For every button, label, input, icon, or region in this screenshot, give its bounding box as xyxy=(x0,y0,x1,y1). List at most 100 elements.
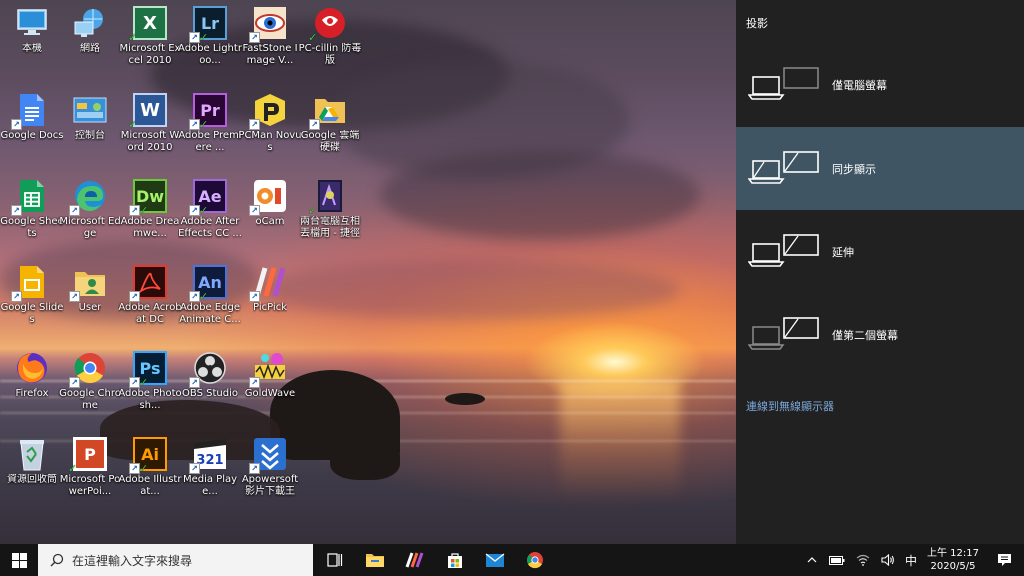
svg-text:321: 321 xyxy=(196,453,223,468)
desktop-icon-label: Adobe Acrobat DC xyxy=(118,302,182,325)
premiere-icon: Pr ↗ ✓ xyxy=(189,93,227,131)
shortcut-arrow-icon: ↗ xyxy=(249,32,260,43)
desktop-icon-acrobat[interactable]: ↗ Adobe Acrobat DC xyxy=(118,261,182,345)
chrome-icon: ↗ xyxy=(69,351,107,388)
extend-icon xyxy=(747,232,826,272)
chrome-icon xyxy=(527,552,543,569)
desktop-icon-aftereffects[interactable]: Ae ↗ ✓ Adobe After Effects CC ... xyxy=(178,175,242,259)
desktop-icon-mediaplayer[interactable]: 321 ↗ Media Playe... xyxy=(178,433,242,517)
task-view-button[interactable] xyxy=(315,544,355,576)
taskbar-store[interactable] xyxy=(435,544,475,576)
gsheets-icon: ↗ xyxy=(11,179,49,216)
shortcut-arrow-icon: ↗ xyxy=(69,291,80,302)
desktop-icon-excel[interactable]: X ✓ Microsoft Excel 2010 xyxy=(118,2,182,86)
project-option-second-only[interactable]: 僅第二個螢幕 xyxy=(736,293,1024,376)
desktop-icon-picpick[interactable]: ↗ PicPick xyxy=(238,261,302,345)
twopc-icon: ✓ xyxy=(308,179,347,217)
aftereffects-icon: Ae ↗ ✓ xyxy=(189,179,227,217)
desktop-icon-lightroom[interactable]: Lr ↗ ✓ Adobe Lightroo... xyxy=(178,2,242,86)
pccillin-icon: ✓ xyxy=(308,6,347,44)
desktop-icon-apowersoft[interactable]: ↗ Apowersoft 影片下載王 xyxy=(238,433,302,517)
desktop-icon-user[interactable]: ↗ User xyxy=(58,261,122,345)
desktop-icon-premiere[interactable]: Pr ↗ ✓ Adobe Premiere ... xyxy=(178,89,242,173)
project-panel: 投影 僅電腦螢幕 同步顯示 延伸 僅第二個螢幕 連線到無線顯示器 xyxy=(736,0,1024,544)
project-option-label: 僅電腦螢幕 xyxy=(832,78,887,92)
project-option-pc-only[interactable]: 僅電腦螢幕 xyxy=(736,43,1024,126)
project-option-duplicate[interactable]: 同步顯示 xyxy=(736,127,1024,210)
clock-time: 上午 12:17 xyxy=(927,548,979,559)
taskbar-chrome[interactable] xyxy=(515,544,555,576)
action-center-button[interactable] xyxy=(984,544,1024,576)
desktop-icon-goldwave[interactable]: ↗ GoldWave xyxy=(238,347,302,431)
taskbar-picpick[interactable] xyxy=(395,544,435,576)
desktop-icon-firefox[interactable]: Firefox xyxy=(0,347,64,431)
desktop-icon-control[interactable]: 控制台 xyxy=(58,89,122,173)
word-icon: W ✓ xyxy=(128,93,167,131)
desktop-icon-label: Google Chrome xyxy=(59,388,121,411)
shortcut-arrow-icon: ↗ xyxy=(11,291,22,302)
desktop-icon-pc[interactable]: 本機 xyxy=(0,2,64,86)
shortcut-arrow-icon: ↗ xyxy=(249,205,260,216)
volume-button[interactable] xyxy=(876,544,900,576)
shortcut-arrow-icon: ↗ xyxy=(69,205,80,216)
desktop-icon-label: FastStone Image V... xyxy=(242,43,298,66)
wifi-icon xyxy=(856,554,870,566)
notification-icon xyxy=(997,554,1011,566)
show-hidden-icons-button[interactable] xyxy=(800,544,824,576)
desktop-icon-faststone[interactable]: ↗ FastStone Image V... xyxy=(238,2,302,86)
desktop-icon-recycle[interactable]: 資源回收筒 xyxy=(0,433,64,517)
desktop-icon-pcman[interactable]: ↗ PCMan Novus xyxy=(238,89,302,173)
desktop-icon-word[interactable]: W ✓ Microsoft Word 2010 xyxy=(118,89,182,173)
pc-only-icon xyxy=(747,65,826,105)
desktop-icon-gslides[interactable]: ↗ Google Slides xyxy=(0,261,64,345)
sync-check-icon: ✓ xyxy=(68,462,78,475)
taskbar-file-explorer[interactable] xyxy=(355,544,395,576)
sync-check-icon: ✓ xyxy=(199,204,209,217)
desktop-icon-label: Google Docs xyxy=(0,130,64,141)
shortcut-arrow-icon: ↗ xyxy=(129,291,140,302)
system-tray: 中 上午 12:17 2020/5/5 xyxy=(800,544,1024,576)
shortcut-arrow-icon: ↗ xyxy=(189,377,200,388)
shortcut-arrow-icon: ↗ xyxy=(249,291,260,302)
desktop-icon-label: User xyxy=(78,302,102,313)
desktop-icon-twopc[interactable]: ✓ 兩台電腦互相丟檔用 - 捷徑 xyxy=(298,175,362,259)
desktop-icon-network[interactable]: 網路 xyxy=(58,2,122,86)
mediaplayer-icon: 321 ↗ xyxy=(189,437,227,474)
desktop-icon-gsheets[interactable]: ↗ Google Sheets xyxy=(0,175,64,259)
powerpoint-icon: P ✓ xyxy=(68,437,107,475)
sync-check-icon: ✓ xyxy=(128,118,138,131)
desktop-icon-edge[interactable]: ↗ Microsoft Edge xyxy=(58,175,122,259)
desktop-icon-powerpoint[interactable]: P ✓ Microsoft PowerPoi... xyxy=(58,433,122,517)
control-icon xyxy=(73,93,107,127)
desktop-icon-animate[interactable]: An ↗ ✓ Adobe Edge Animate C... xyxy=(178,261,242,345)
taskbar-mail[interactable] xyxy=(475,544,515,576)
task-view-icon xyxy=(327,553,343,567)
animate-icon: An ↗ ✓ xyxy=(189,265,227,303)
desktop-icon-ocam[interactable]: ↗ oCam xyxy=(238,175,302,259)
battery-button[interactable] xyxy=(824,544,850,576)
desktop-icon-label: 本機 xyxy=(22,43,42,54)
desktop-icon-gdrive[interactable]: ↗ Google 雲端硬碟 xyxy=(298,89,362,173)
desktop-icon-obs[interactable]: ↗ OBS Studio xyxy=(178,347,242,431)
faststone-icon: ↗ xyxy=(249,6,287,43)
dreamweaver-icon: Dw ↗ ✓ xyxy=(129,179,167,217)
desktop-icon-label: PicPick xyxy=(253,302,287,313)
desktop-icon-dreamweaver[interactable]: Dw ↗ ✓ Adobe Dreamwe... xyxy=(118,175,182,259)
project-option-extend[interactable]: 延伸 xyxy=(736,210,1024,293)
ime-indicator[interactable]: 中 xyxy=(900,544,922,576)
project-option-label: 同步顯示 xyxy=(832,162,876,176)
pc-icon xyxy=(15,6,49,40)
desktop-icon-label: GoldWave xyxy=(244,388,296,399)
desktop-icon-illustrator[interactable]: Ai ↗ ✓ Adobe Illustrat... xyxy=(118,433,182,517)
taskbar-search-box[interactable]: 在這裡輸入文字來搜尋 xyxy=(38,544,313,576)
taskbar: 在這裡輸入文字來搜尋 中 上午 12:17 2020/5/5 xyxy=(0,544,1024,576)
desktop-icon-pccillin[interactable]: ✓ PC-cillin 防毒版 xyxy=(298,2,362,86)
desktop-icon-chrome[interactable]: ↗ Google Chrome xyxy=(58,347,122,431)
clock[interactable]: 上午 12:17 2020/5/5 xyxy=(922,544,984,576)
sync-check-icon: ✓ xyxy=(139,462,149,475)
desktop-icon-photoshop[interactable]: Ps ↗ ✓ Adobe Photosh... xyxy=(118,347,182,431)
wifi-button[interactable] xyxy=(850,544,876,576)
desktop-icon-gdocs[interactable]: ↗ Google Docs xyxy=(0,89,64,173)
start-button[interactable] xyxy=(0,544,38,576)
connect-wireless-display-link[interactable]: 連線到無線顯示器 xyxy=(746,398,834,414)
